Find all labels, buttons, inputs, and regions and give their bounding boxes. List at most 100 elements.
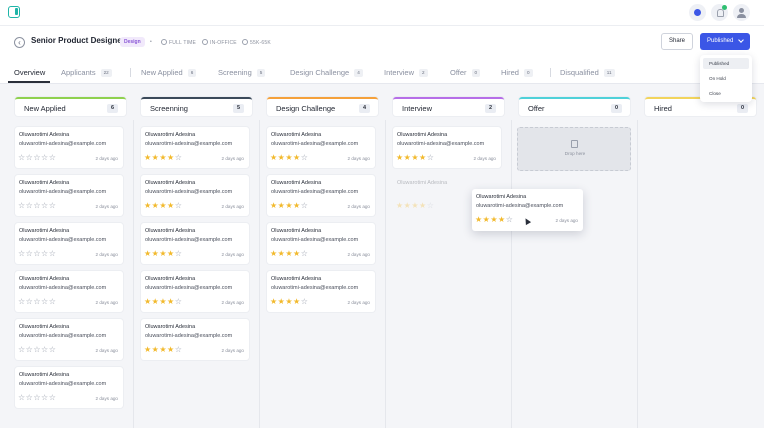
- star-empty-icon[interactable]: ☆: [41, 153, 49, 162]
- tab-interview[interactable]: Interview 2: [384, 68, 428, 77]
- status-option-published[interactable]: Published: [703, 58, 749, 69]
- star-empty-icon[interactable]: ☆: [41, 345, 49, 354]
- star-empty-icon[interactable]: ☆: [33, 297, 41, 306]
- star-filled-icon[interactable]: ★: [285, 201, 293, 210]
- tab-disqualified[interactable]: Disqualified 11: [560, 68, 615, 77]
- star-empty-icon[interactable]: ☆: [33, 345, 41, 354]
- star-empty-icon[interactable]: ☆: [301, 297, 309, 306]
- candidate-card[interactable]: Oluwarotimi Adesina oluwarotimi-adesina@e…: [141, 271, 249, 312]
- star-filled-icon[interactable]: ★: [144, 345, 152, 354]
- star-filled-icon[interactable]: ★: [167, 153, 175, 162]
- star-filled-icon[interactable]: ★: [159, 201, 167, 210]
- star-rating[interactable]: ★★★★☆: [270, 297, 308, 306]
- star-filled-icon[interactable]: ★: [144, 201, 152, 210]
- candidate-card[interactable]: Oluwarotimi Adesina oluwarotimi-adesina@e…: [393, 127, 501, 168]
- star-empty-icon[interactable]: ☆: [301, 153, 309, 162]
- candidate-card[interactable]: Oluwarotimi Adesina oluwarotimi-adesina@e…: [141, 175, 249, 216]
- candidate-card[interactable]: Oluwarotimi Adesina oluwarotimi-adesina@e…: [267, 223, 375, 264]
- publish-status-button[interactable]: Published: [700, 33, 750, 50]
- star-filled-icon[interactable]: ★: [285, 153, 293, 162]
- star-empty-icon[interactable]: ☆: [18, 249, 26, 258]
- star-empty-icon[interactable]: ☆: [175, 249, 183, 258]
- candidate-card[interactable]: Oluwarotimi Adesina oluwarotimi-adesina@e…: [267, 127, 375, 168]
- candidate-card[interactable]: Oluwarotimi Adesina oluwarotimi-adesina@e…: [15, 127, 123, 168]
- tab-hired[interactable]: Hired 0: [501, 68, 533, 77]
- star-filled-icon[interactable]: ★: [396, 153, 404, 162]
- star-filled-icon[interactable]: ★: [270, 201, 278, 210]
- status-option-on-hold[interactable]: On Hold: [703, 73, 749, 84]
- star-filled-icon[interactable]: ★: [144, 153, 152, 162]
- candidate-card[interactable]: Oluwarotimi Adesina oluwarotimi-adesina@e…: [15, 175, 123, 216]
- star-empty-icon[interactable]: ☆: [41, 393, 49, 402]
- candidate-card[interactable]: Oluwarotimi Adesina oluwarotimi-adesina@e…: [15, 367, 123, 408]
- star-filled-icon[interactable]: ★: [270, 153, 278, 162]
- star-filled-icon[interactable]: ★: [293, 201, 301, 210]
- star-empty-icon[interactable]: ☆: [49, 201, 57, 210]
- star-rating[interactable]: ☆☆☆☆☆: [18, 345, 56, 354]
- star-filled-icon[interactable]: ★: [167, 297, 175, 306]
- star-rating[interactable]: ★★★★☆: [270, 201, 308, 210]
- star-empty-icon[interactable]: ☆: [33, 249, 41, 258]
- star-empty-icon[interactable]: ☆: [427, 153, 435, 162]
- star-rating[interactable]: ★★★★☆: [396, 153, 434, 162]
- star-empty-icon[interactable]: ☆: [41, 297, 49, 306]
- star-empty-icon[interactable]: ☆: [175, 201, 183, 210]
- star-filled-icon[interactable]: ★: [293, 153, 301, 162]
- star-filled-icon[interactable]: ★: [270, 297, 278, 306]
- candidate-card[interactable]: Oluwarotimi Adesina oluwarotimi-adesina@e…: [141, 319, 249, 360]
- star-filled-icon[interactable]: ★: [159, 297, 167, 306]
- candidate-card[interactable]: Oluwarotimi Adesina oluwarotimi-adesina@e…: [141, 127, 249, 168]
- tab-overview[interactable]: Overview: [14, 68, 45, 77]
- star-empty-icon[interactable]: ☆: [49, 345, 57, 354]
- status-option-close[interactable]: Close: [703, 88, 749, 99]
- star-filled-icon[interactable]: ★: [167, 249, 175, 258]
- offer-drop-zone[interactable]: Drop here: [517, 127, 631, 171]
- star-empty-icon[interactable]: ☆: [18, 153, 26, 162]
- star-filled-icon[interactable]: ★: [396, 201, 404, 210]
- dragged-candidate-card[interactable]: Oluwarotimi Adesina oluwarotimi-adesina@…: [472, 189, 583, 231]
- star-rating[interactable]: ☆☆☆☆☆: [18, 153, 56, 162]
- star-filled-icon[interactable]: ★: [285, 297, 293, 306]
- star-filled-icon[interactable]: ★: [270, 249, 278, 258]
- star-empty-icon[interactable]: ☆: [175, 345, 183, 354]
- star-filled-icon[interactable]: ★: [419, 201, 427, 210]
- star-filled-icon[interactable]: ★: [411, 153, 419, 162]
- star-filled-icon[interactable]: ★: [498, 215, 506, 224]
- star-empty-icon[interactable]: ☆: [301, 201, 309, 210]
- star-empty-icon[interactable]: ☆: [301, 249, 309, 258]
- star-rating[interactable]: ★★★★☆: [475, 215, 513, 224]
- star-filled-icon[interactable]: ★: [293, 249, 301, 258]
- tab-design-challenge[interactable]: Design Challenge 4: [290, 68, 363, 77]
- share-button[interactable]: Share: [661, 33, 693, 50]
- notification-bell-icon[interactable]: [711, 4, 728, 21]
- star-empty-icon[interactable]: ☆: [41, 201, 49, 210]
- star-rating[interactable]: ★★★★☆: [270, 249, 308, 258]
- star-rating[interactable]: ★★★★☆: [270, 153, 308, 162]
- star-empty-icon[interactable]: ☆: [18, 297, 26, 306]
- candidate-card[interactable]: Oluwarotimi Adesina oluwarotimi-adesina@e…: [15, 271, 123, 312]
- status-dot-icon[interactable]: [689, 4, 706, 21]
- star-filled-icon[interactable]: ★: [490, 215, 498, 224]
- star-filled-icon[interactable]: ★: [167, 201, 175, 210]
- star-empty-icon[interactable]: ☆: [427, 201, 435, 210]
- star-filled-icon[interactable]: ★: [159, 153, 167, 162]
- user-avatar[interactable]: [733, 4, 750, 21]
- app-logo-icon[interactable]: [8, 6, 20, 18]
- star-rating[interactable]: ★★★★☆: [144, 297, 182, 306]
- back-arrow-icon[interactable]: ‹: [14, 37, 25, 48]
- star-empty-icon[interactable]: ☆: [49, 297, 57, 306]
- star-empty-icon[interactable]: ☆: [41, 249, 49, 258]
- star-filled-icon[interactable]: ★: [144, 297, 152, 306]
- star-empty-icon[interactable]: ☆: [49, 153, 57, 162]
- star-rating[interactable]: ☆☆☆☆☆: [18, 393, 56, 402]
- tab-offer[interactable]: Offer 0: [450, 68, 481, 77]
- star-empty-icon[interactable]: ☆: [33, 153, 41, 162]
- star-filled-icon[interactable]: ★: [475, 215, 483, 224]
- star-empty-icon[interactable]: ☆: [49, 393, 57, 402]
- star-rating[interactable]: ★★★★☆: [144, 345, 182, 354]
- star-filled-icon[interactable]: ★: [419, 153, 427, 162]
- star-empty-icon[interactable]: ☆: [18, 393, 26, 402]
- candidate-card[interactable]: Oluwarotimi Adesina oluwarotimi-adesina@e…: [15, 223, 123, 264]
- candidate-card[interactable]: Oluwarotimi Adesina oluwarotimi-adesina@e…: [141, 223, 249, 264]
- star-empty-icon[interactable]: ☆: [18, 201, 26, 210]
